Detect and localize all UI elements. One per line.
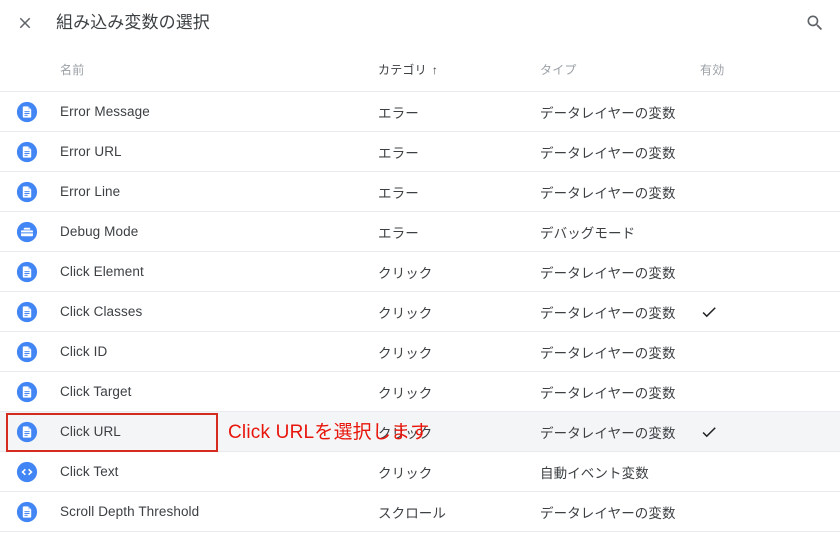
row-icon-2: [16, 141, 38, 163]
variable-category: クリック: [378, 385, 433, 401]
variable-category: エラー: [378, 185, 419, 201]
variable-name: Scroll Depth Threshold: [60, 504, 200, 519]
variable-category: クリック: [378, 465, 433, 481]
variable-type: 自動イベント変数: [540, 465, 649, 481]
dialog-header: 組み込み変数の選択: [0, 0, 840, 48]
row-icon-9: [16, 421, 38, 443]
variable-name: Click Text: [60, 464, 119, 479]
builtin-variables-dialog: 組み込み変数の選択 名前 カテゴリ ↑ タイプ 有効 Error Message…: [0, 0, 840, 537]
variable-type: データレイヤーの変数: [540, 145, 676, 161]
row-icon-3: [16, 181, 38, 203]
document-icon: [16, 181, 38, 202]
table-header-row: 名前 カテゴリ ↑ タイプ 有効: [0, 48, 840, 92]
table-row[interactable]: Debug Mode エラー デバッグモード: [0, 212, 840, 252]
column-header-name[interactable]: 名前: [60, 48, 84, 91]
table-row[interactable]: Error Line エラー データレイヤーの変数: [0, 172, 840, 212]
variable-type: データレイヤーの変数: [540, 345, 676, 361]
table-body: Error Message エラー データレイヤーの変数 Error URL エラーデ…: [0, 92, 840, 532]
document-icon: [16, 141, 38, 162]
variable-name: Click ID: [60, 344, 108, 359]
document-icon: [16, 341, 38, 362]
table-row[interactable]: Click Text クリック 自動イベント変数: [0, 452, 840, 492]
variable-category: クリック: [378, 345, 433, 361]
variable-category: スクロール: [378, 505, 446, 521]
variable-enabled-cell[interactable]: [700, 292, 718, 331]
enabled-checkmark: [700, 423, 718, 441]
row-icon-7: [16, 341, 38, 363]
variable-category: クリック: [378, 425, 433, 441]
close-icon: [19, 17, 31, 29]
toolbox-icon: [16, 221, 38, 242]
code-icon: [16, 461, 38, 482]
enabled-checkmark: [700, 303, 718, 321]
column-header-enabled[interactable]: 有効: [700, 48, 724, 91]
check-icon: [702, 426, 716, 437]
close-button[interactable]: [10, 8, 40, 38]
sort-ascending-icon: ↑: [431, 62, 439, 77]
variable-category: エラー: [378, 145, 419, 161]
variable-name: Error Line: [60, 184, 121, 199]
column-header-category[interactable]: カテゴリ ↑: [378, 48, 438, 91]
variable-name: Click Target: [60, 384, 132, 399]
table-row[interactable]: Error Message エラー データレイヤーの変数: [0, 92, 840, 132]
variable-type: データレイヤーの変数: [540, 305, 676, 321]
variables-table: 名前 カテゴリ ↑ タイプ 有効 Error Message エラー データレイヤー…: [0, 48, 840, 532]
column-header-category-label: カテゴリ: [378, 63, 427, 77]
document-icon: [16, 381, 38, 402]
variable-enabled-cell[interactable]: [700, 412, 718, 451]
table-row[interactable]: Click Target クリック データレイヤーの変数: [0, 372, 840, 412]
row-icon-10: [16, 461, 38, 483]
document-icon: [16, 261, 38, 282]
variable-name: Click Classes: [60, 304, 143, 319]
variable-name: Click Element: [60, 264, 144, 279]
variable-name: Debug Mode: [60, 224, 139, 239]
variable-category: クリック: [378, 305, 433, 321]
table-row[interactable]: Click Classes クリック データレイヤーの変数: [0, 292, 840, 332]
column-header-type[interactable]: タイプ: [540, 48, 577, 91]
check-icon: [702, 306, 716, 317]
variable-name: Click URL: [60, 424, 121, 439]
variable-category: クリック: [378, 265, 433, 281]
variable-category: エラー: [378, 225, 419, 241]
table-row[interactable]: Click ID クリック データレイヤーの変数: [0, 332, 840, 372]
row-icon-11: [16, 501, 38, 523]
variable-name: Error URL: [60, 144, 122, 159]
search-icon: [807, 15, 823, 31]
variable-type: データレイヤーの変数: [540, 105, 676, 121]
search-button[interactable]: [800, 8, 830, 38]
variable-category: エラー: [378, 105, 419, 121]
row-icon-6: [16, 301, 38, 323]
variable-name: Error Message: [60, 104, 150, 119]
row-icon-4: [16, 221, 38, 243]
table-row[interactable]: Error URL エラー データレイヤーの変数: [0, 132, 840, 172]
variable-type: データレイヤーの変数: [540, 385, 676, 401]
row-icon-5: [16, 261, 38, 283]
variable-type: データレイヤーの変数: [540, 505, 676, 521]
dialog-title: 組み込み変数の選択: [56, 13, 210, 32]
document-icon: [16, 501, 38, 522]
variable-type: デバッグモード: [540, 225, 636, 241]
document-icon: [16, 301, 38, 322]
table-row[interactable]: Click URL クリック データレイヤーの変数: [0, 412, 840, 452]
table-row[interactable]: Scroll Depth Threshold スクロール データレイヤーの変数: [0, 492, 840, 532]
row-icon-1: [16, 101, 38, 123]
document-icon: [16, 101, 38, 122]
variable-type: データレイヤーの変数: [540, 265, 676, 281]
variable-type: データレイヤーの変数: [540, 425, 676, 441]
row-icon-8: [16, 381, 38, 403]
document-icon: [16, 421, 38, 442]
table-row[interactable]: Click Element クリック データレイヤーの変数: [0, 252, 840, 292]
variable-type: データレイヤーの変数: [540, 185, 676, 201]
